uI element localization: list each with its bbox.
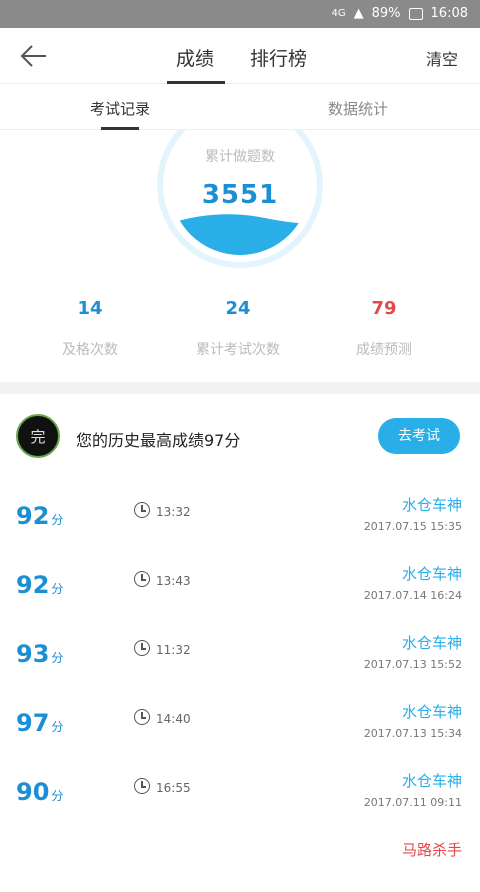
record-duration: 16:55 (156, 781, 191, 795)
stat-value: 79 (371, 298, 397, 319)
stat-value: 14 (77, 298, 103, 319)
best-score-bar: 完 您的历史最高成绩97分 去考试 (0, 412, 480, 460)
clock-time: 16:08 (430, 6, 468, 21)
record-date: 2017.07.14 16:24 (363, 589, 462, 602)
network-indicator: 4G (331, 8, 346, 19)
record-duration: 11:32 (156, 643, 191, 657)
record-rank-title: 水仓车神 (401, 772, 462, 790)
section-divider (0, 382, 480, 394)
tab-leaderboard[interactable]: 排行榜 (250, 44, 307, 71)
table-row[interactable]: 90 分 16:55 水仓车神 2017.07.11 09:11 (0, 754, 480, 823)
clock-icon (134, 502, 150, 518)
gauge-value: 3551 (201, 180, 279, 210)
stat-value: 24 (225, 298, 251, 319)
best-score-text: 您的历史最高成绩97分 (76, 431, 241, 450)
active-subtab-indicator (101, 127, 139, 130)
table-row[interactable]: 93 分 11:32 水仓车神 2017.07.13 15:52 (0, 616, 480, 685)
record-date: 2017.07.11 09:11 (363, 796, 462, 809)
clock-icon (134, 640, 150, 656)
record-duration: 14:40 (156, 712, 191, 726)
record-score: 92 分 (16, 502, 64, 530)
top-bar: 成绩 排行榜 清空 (0, 28, 480, 84)
record-score: 97 分 (16, 709, 64, 737)
record-score: 92 分 (16, 571, 64, 599)
table-row[interactable]: 97 分 14:40 水仓车神 2017.07.13 15:34 (0, 685, 480, 754)
record-date: 2017.07.13 15:52 (363, 658, 462, 671)
record-rank-title: 水仓车神 (401, 634, 462, 652)
record-score: 90 分 (16, 778, 64, 806)
score-unit: 分 (51, 582, 64, 596)
stat-label: 成绩预测 (356, 342, 412, 358)
stat-score-prediction: 79 成绩预测 (314, 298, 454, 359)
record-date: 2017.07.13 15:34 (363, 727, 462, 740)
table-row[interactable]: 马路杀手 (0, 823, 480, 892)
go-exam-button[interactable]: 去考试 (378, 418, 460, 454)
record-duration: 13:32 (156, 505, 191, 519)
tab-exam-records[interactable]: 考试记录 (90, 98, 150, 119)
stat-label: 及格次数 (62, 342, 118, 358)
record-rank-title: 水仓车神 (401, 703, 462, 721)
record-date: 2017.07.15 15:35 (363, 520, 462, 533)
battery-level: 89% (371, 6, 401, 21)
table-row[interactable]: 92 分 13:32 水仓车神 2017.07.15 15:35 (0, 478, 480, 547)
stats-row: 14 及格次数 24 累计考试次数 79 成绩预测 (0, 298, 480, 368)
tab-data-statistics[interactable]: 数据统计 (328, 98, 388, 119)
sub-tabs: 考试记录 数据统计 (0, 84, 480, 130)
clear-button[interactable]: 清空 (426, 46, 458, 70)
stat-exam-count: 24 累计考试次数 (168, 298, 308, 359)
score-unit: 分 (51, 513, 64, 527)
total-questions-gauge: 累计做题数 3551 (155, 102, 325, 280)
record-rank-title: 马路杀手 (401, 841, 462, 859)
record-duration: 13:43 (156, 574, 191, 588)
clock-icon (134, 571, 150, 587)
score-unit: 分 (51, 651, 64, 665)
clock-icon (134, 778, 150, 794)
clock-icon (134, 709, 150, 725)
score-unit: 分 (51, 720, 64, 734)
back-arrow-icon[interactable] (18, 42, 50, 70)
gauge-label: 累计做题数 (205, 149, 275, 165)
record-rank-title: 水仓车神 (401, 565, 462, 583)
avatar[interactable]: 完 (16, 414, 60, 458)
signal-icon: ▲ (353, 6, 364, 21)
record-score: 93 分 (16, 640, 64, 668)
battery-icon (408, 7, 423, 20)
status-bar: 4G ▲ 89% 16:08 (0, 0, 480, 28)
tab-scores[interactable]: 成绩 (176, 44, 214, 71)
stat-label: 累计考试次数 (196, 342, 280, 358)
table-row[interactable]: 92 分 13:43 水仓车神 2017.07.14 16:24 (0, 547, 480, 616)
record-rank-title: 水仓车神 (401, 496, 462, 514)
score-unit: 分 (51, 789, 64, 803)
stat-pass-count: 14 及格次数 (20, 298, 160, 359)
